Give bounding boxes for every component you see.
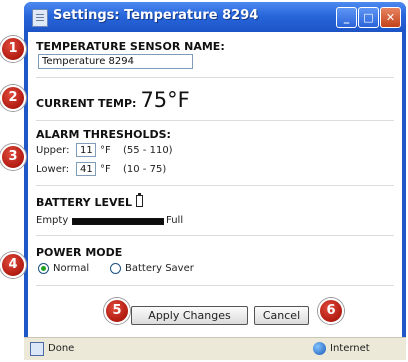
sensor-name-input[interactable] (38, 54, 193, 69)
lower-range: (10 - 75) (123, 164, 167, 175)
upper-unit: °F (100, 145, 111, 156)
minimize-button[interactable]: _ (336, 7, 357, 28)
divider (36, 77, 394, 78)
settings-window: Settings: Temperature 8294 _ □ ✕ TEMPERA… (24, 2, 406, 360)
upper-label: Upper: (36, 145, 70, 156)
maximize-button[interactable]: □ (358, 7, 379, 28)
divider (36, 235, 394, 236)
upper-range: (55 - 110) (123, 145, 173, 156)
upper-threshold-input[interactable] (76, 143, 96, 157)
lower-unit: °F (100, 164, 111, 175)
internet-zone-label: Internet (330, 343, 370, 354)
power-battery-saver-label[interactable]: Battery Saver (125, 263, 194, 274)
battery-empty-label: Empty (36, 215, 69, 226)
divider (36, 120, 394, 121)
cancel-button[interactable]: Cancel (254, 306, 309, 325)
power-normal-label[interactable]: Normal (53, 263, 89, 274)
battery-icon (136, 193, 144, 207)
power-battery-saver-radio[interactable] (110, 263, 121, 274)
battery-full-label: Full (166, 215, 184, 226)
apply-changes-button[interactable]: Apply Changes (131, 306, 248, 325)
battery-level-fill (73, 219, 163, 224)
battery-level-label: BATTERY LEVEL (36, 196, 133, 209)
battery-level-bar (72, 218, 164, 225)
sensor-name-label: TEMPERATURE SENSOR NAME: (36, 40, 225, 53)
settings-panel: TEMPERATURE SENSOR NAME: CURRENT TEMP: 7… (28, 32, 402, 338)
callout-badge-1: 1 (0, 36, 26, 62)
callout-badge-2: 2 (0, 85, 26, 111)
divider (36, 285, 394, 286)
window-title: Settings: Temperature 8294 (53, 8, 259, 23)
status-text: Done (48, 343, 75, 354)
current-temp-label: CURRENT TEMP: (36, 97, 137, 110)
power-mode-label: POWER MODE (36, 246, 123, 259)
current-temp-value: 75°F (140, 88, 190, 112)
divider (36, 185, 394, 186)
callout-badge-6: 6 (318, 298, 344, 324)
alarm-thresholds-label: ALARM THRESHOLDS: (36, 128, 171, 141)
internet-zone-icon (313, 342, 326, 355)
document-icon (32, 9, 48, 27)
lower-label: Lower: (36, 164, 70, 175)
close-button[interactable]: ✕ (380, 7, 401, 28)
callout-badge-4: 4 (0, 252, 26, 278)
lower-threshold-input[interactable] (76, 162, 96, 176)
callout-badge-3: 3 (0, 144, 26, 170)
callout-badge-5: 5 (104, 298, 130, 324)
power-normal-radio[interactable] (38, 263, 49, 274)
status-bar: Done Internet (24, 337, 406, 360)
title-bar[interactable]: Settings: Temperature 8294 _ □ ✕ (24, 2, 406, 32)
page-done-icon (30, 342, 44, 356)
